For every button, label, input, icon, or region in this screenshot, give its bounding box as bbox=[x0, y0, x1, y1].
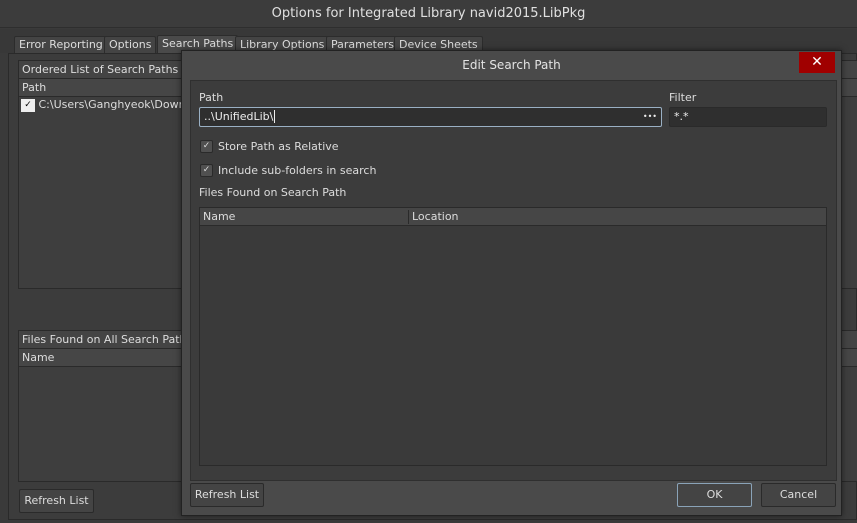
files-found-title: Files Found on Search Path bbox=[199, 186, 347, 199]
text-cursor bbox=[274, 110, 276, 123]
ok-button[interactable]: OK bbox=[677, 483, 752, 507]
column-header-location[interactable]: Location bbox=[412, 208, 459, 226]
include-subfolders-label[interactable]: Include sub-folders in search bbox=[218, 164, 376, 177]
dialog-refresh-list-button[interactable]: Refresh List bbox=[190, 483, 264, 507]
table-header: Name Location bbox=[200, 208, 826, 226]
include-subfolders-checkbox[interactable]: ✓ bbox=[200, 164, 213, 177]
tab-error-reporting[interactable]: Error Reporting bbox=[14, 36, 108, 53]
store-relative-checkbox[interactable]: ✓ bbox=[200, 140, 213, 153]
column-header-name[interactable]: Name bbox=[203, 208, 235, 226]
edit-search-path-dialog: Edit Search Path ✕ Path ..\UnifiedLib\ •… bbox=[181, 50, 842, 516]
dialog-title: Edit Search Path bbox=[462, 58, 561, 72]
path-value: ..\UnifiedLib\ bbox=[204, 110, 274, 123]
browse-ellipsis-icon[interactable]: ••• bbox=[643, 108, 657, 126]
path-label: Path bbox=[199, 91, 224, 104]
refresh-list-button[interactable]: Refresh List bbox=[19, 489, 94, 513]
filter-label: Filter bbox=[669, 91, 697, 104]
tab-options[interactable]: Options bbox=[104, 36, 157, 53]
path-checkbox-icon[interactable]: ✓ bbox=[21, 98, 35, 112]
store-relative-label[interactable]: Store Path as Relative bbox=[218, 140, 339, 153]
close-icon[interactable]: ✕ bbox=[799, 52, 835, 73]
filter-input[interactable]: *.* bbox=[669, 107, 827, 127]
files-found-table: Name Location bbox=[199, 207, 827, 466]
dialog-body: Path ..\UnifiedLib\ ••• Filter *.* ✓ Sto… bbox=[190, 80, 837, 481]
window-title: Options for Integrated Library navid2015… bbox=[0, 0, 857, 28]
cancel-button[interactable]: Cancel bbox=[761, 483, 836, 507]
path-input[interactable]: ..\UnifiedLib\ ••• bbox=[199, 107, 662, 127]
